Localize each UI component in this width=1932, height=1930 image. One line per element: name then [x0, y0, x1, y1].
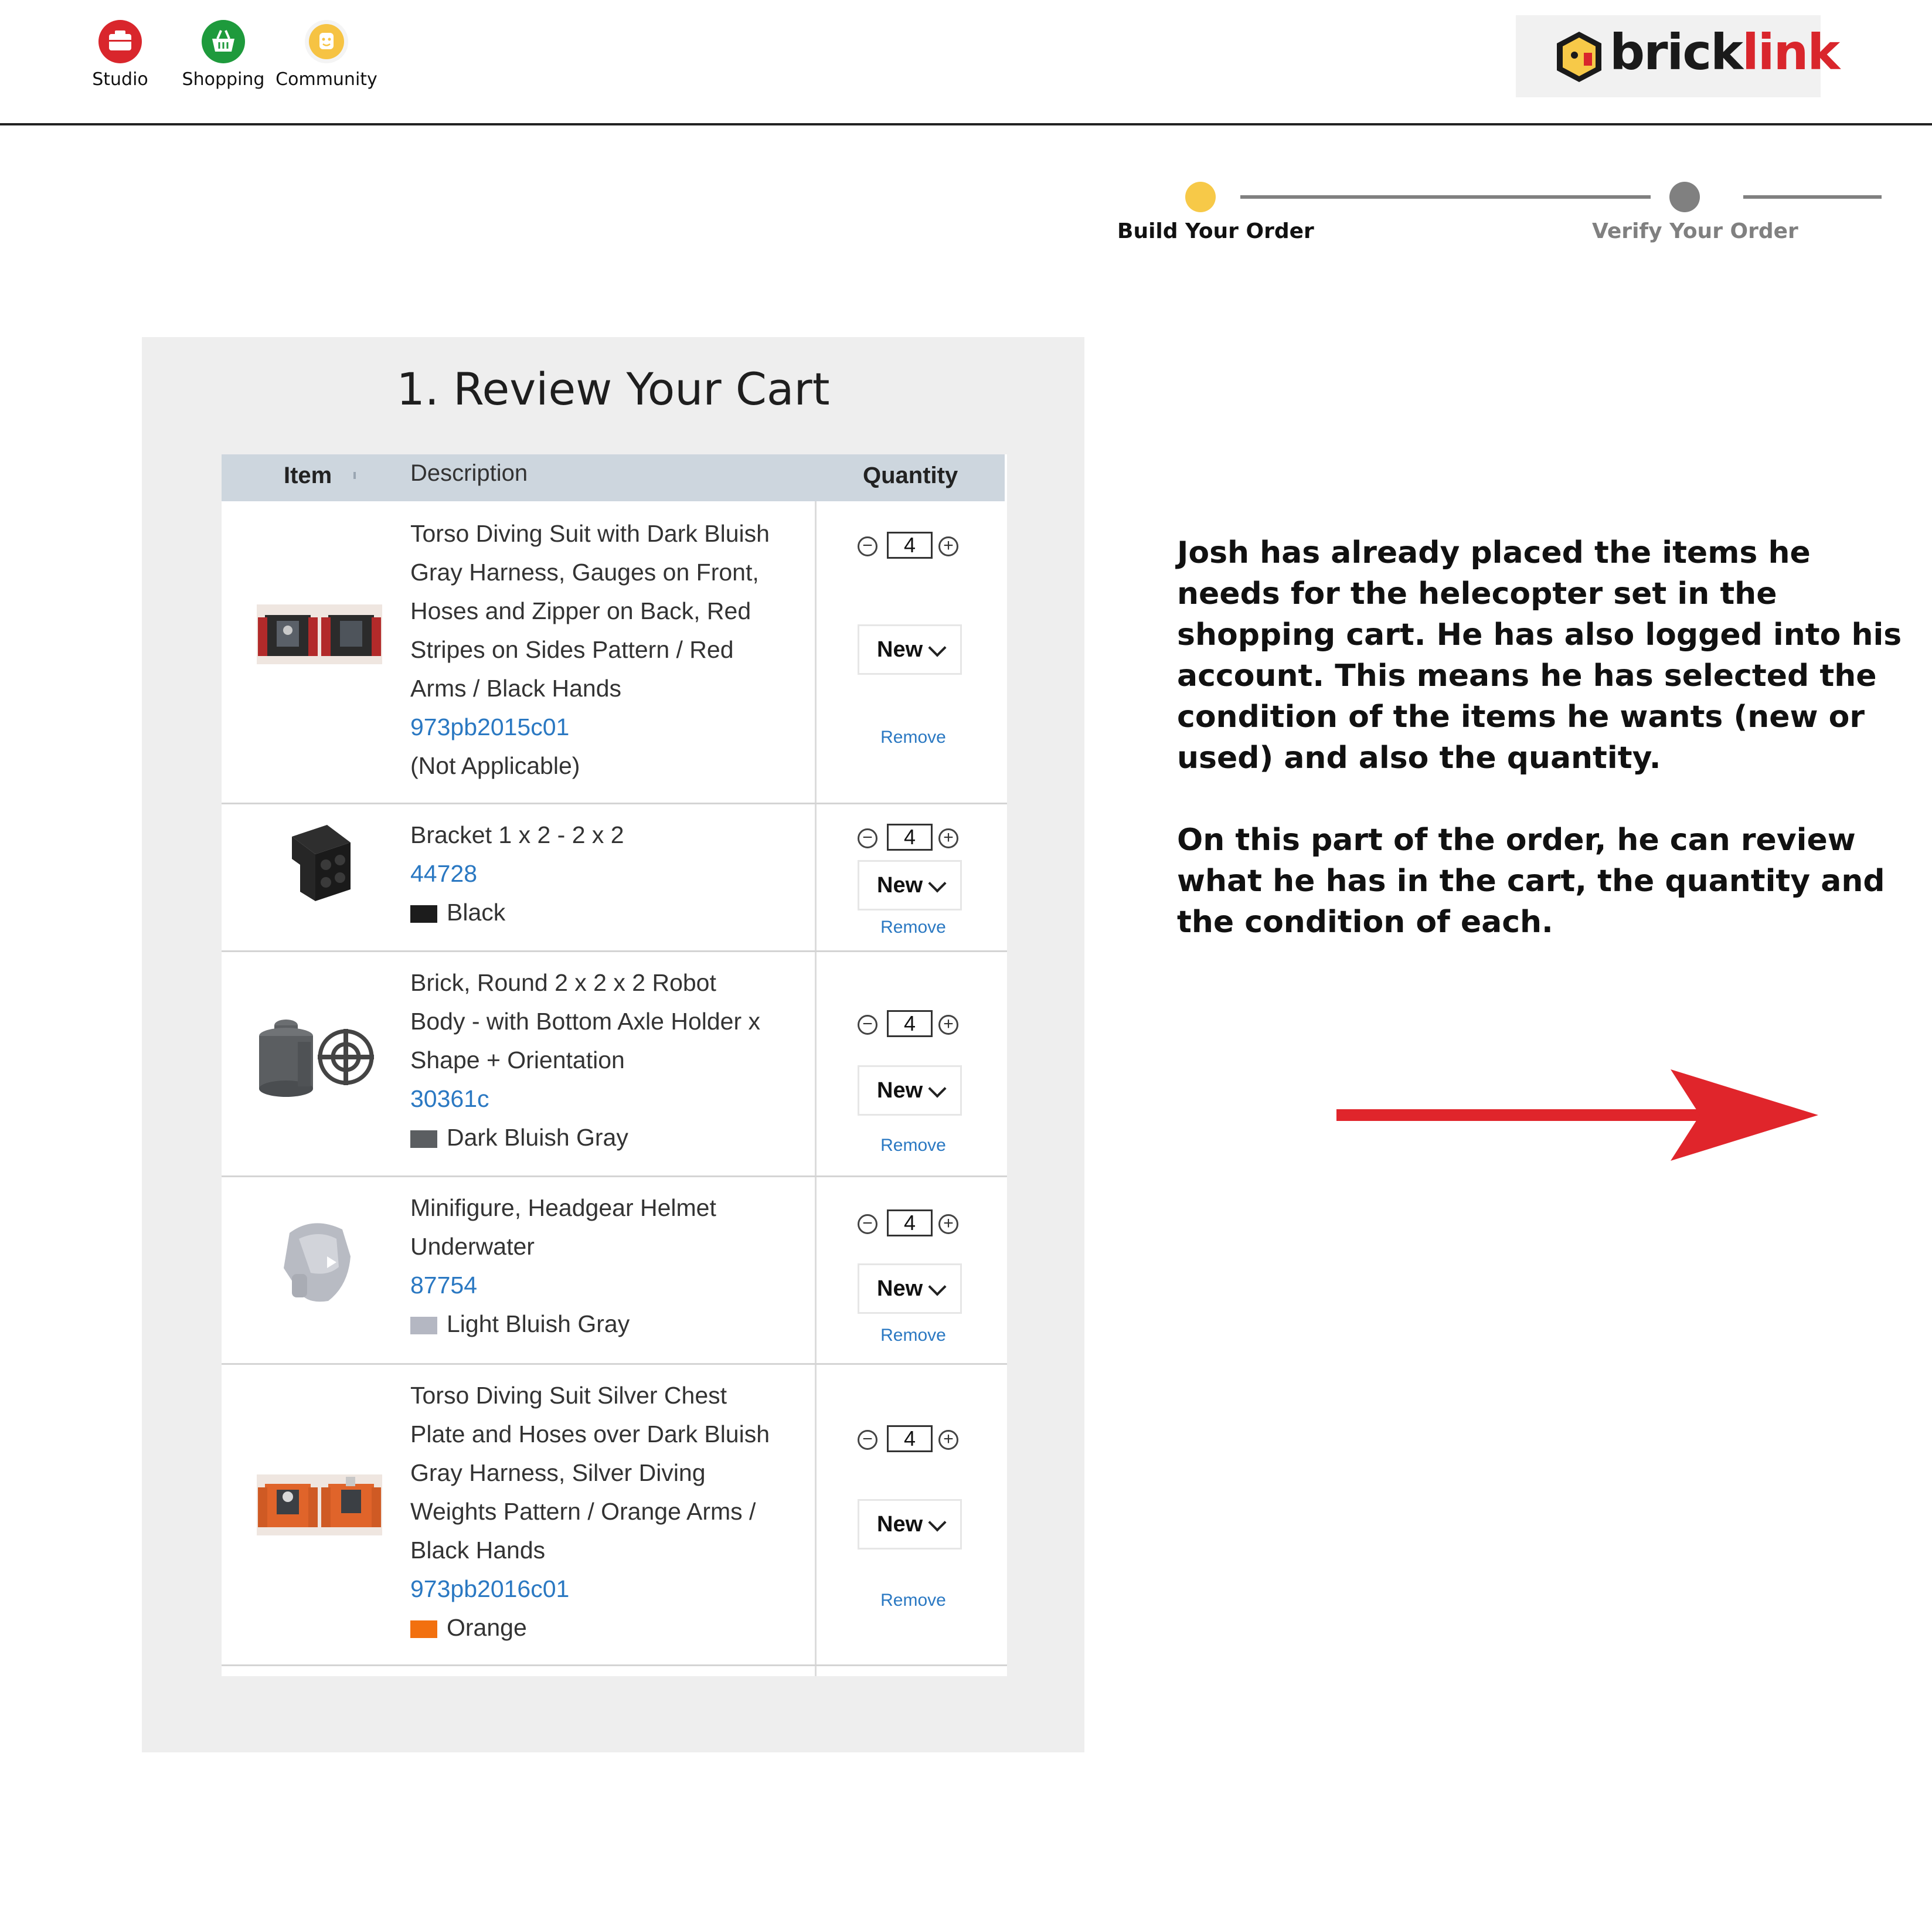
studio-icon	[98, 20, 142, 63]
condition-select[interactable]: New	[858, 1065, 962, 1116]
item-code-link[interactable]: 973pb2015c01	[410, 708, 809, 746]
chevron-down-icon	[928, 1079, 947, 1098]
item-color: Black	[410, 893, 809, 932]
quantity-input[interactable]: 4	[887, 824, 933, 851]
step-verify-label[interactable]: Verify Your Order	[1592, 219, 1798, 243]
logo-wordmark: bricklink	[1610, 23, 1840, 81]
item-description: Brick, Round 2 x 2 x 2 Robot Body - with …	[410, 963, 809, 1157]
plus-icon[interactable]: +	[938, 828, 958, 848]
quantity-input[interactable]: 4	[887, 1425, 933, 1452]
color-swatch	[410, 1620, 437, 1638]
item-color: Orange	[410, 1608, 809, 1647]
order-progress: Build Your Order Verify Your Order	[1102, 176, 1923, 258]
cart-row: Torso Diving Suit with Dark Bluish Gray H…	[222, 501, 1007, 804]
item-color: Light Bluish Gray	[410, 1304, 809, 1343]
col-quantity[interactable]: Quantity	[863, 463, 958, 489]
chevron-down-icon	[928, 874, 947, 893]
item-code-link[interactable]: 44728	[410, 854, 809, 893]
remove-link[interactable]: Remove	[858, 1326, 969, 1345]
nav-community-label: Community	[275, 69, 377, 90]
top-nav: Studio Shopping Community bricklink	[0, 0, 1932, 125]
chevron-down-icon	[928, 1513, 947, 1532]
annotation-paragraph-1: Josh has already placed the items he nee…	[1177, 535, 1902, 776]
minus-icon[interactable]: −	[858, 1214, 877, 1234]
item-description: Bracket 1 x 2 - 2 x 2 44728 Black	[410, 816, 809, 932]
col-description[interactable]: Description	[410, 460, 528, 487]
minus-icon[interactable]: −	[858, 536, 877, 556]
nav-community[interactable]: Community	[274, 20, 379, 90]
bricklink-logo[interactable]: bricklink	[1516, 15, 1840, 97]
step-connector	[1240, 195, 1651, 199]
step-build-label[interactable]: Build Your Order	[1117, 219, 1314, 243]
cart-row: Bracket 1 x 2 - 2 x 2 44728 Black − 4 + …	[222, 803, 1007, 952]
item-description: Torso Diving Suit with Dark Bluish Gray H…	[410, 514, 809, 785]
step-connector-trailing	[1743, 195, 1882, 199]
item-thumbnail[interactable]	[257, 1012, 382, 1098]
item-color: (Not Applicable)	[410, 752, 580, 779]
step-build-dot	[1185, 182, 1216, 212]
cart-table: Item Description Quantity Torso Diving S…	[222, 454, 1007, 1676]
plus-icon[interactable]: +	[938, 536, 958, 556]
cart-row: Brick, Round 2 x 2 x 2 Robot Body - with …	[222, 950, 1007, 1177]
col-item[interactable]: Item	[284, 463, 332, 489]
minifig-head-icon	[305, 20, 348, 63]
minus-icon[interactable]: −	[858, 1015, 877, 1035]
item-thumbnail[interactable]	[257, 604, 382, 664]
condition-select[interactable]: New	[858, 1499, 962, 1550]
sort-handle[interactable]	[353, 472, 356, 479]
item-color: Dark Bluish Gray	[410, 1118, 809, 1157]
item-thumbnail[interactable]	[257, 1474, 382, 1535]
plus-icon[interactable]: +	[938, 1015, 958, 1035]
quantity-stepper[interactable]: − 4 +	[858, 531, 969, 563]
cart-row: Torso Diving Suit Silver Chest Plate and …	[222, 1363, 1007, 1666]
remove-link[interactable]: Remove	[858, 1591, 969, 1610]
shopping-basket-icon	[202, 20, 245, 63]
item-code-link[interactable]: 30361c	[410, 1079, 809, 1118]
nav-studio-label: Studio	[92, 69, 148, 90]
red-arrow-icon	[1336, 1069, 1818, 1161]
quantity-stepper[interactable]: − 4 +	[858, 1009, 969, 1042]
color-swatch	[410, 905, 437, 923]
item-description: Torso Diving Suit Silver Chest Plate and …	[410, 1376, 809, 1647]
minus-icon[interactable]: −	[858, 828, 877, 848]
color-swatch	[410, 1317, 437, 1334]
annotation-text: Josh has already placed the items he nee…	[1177, 532, 1904, 984]
item-code-link[interactable]: 973pb2016c01	[410, 1569, 809, 1608]
nav-shopping-label: Shopping	[182, 69, 265, 90]
item-description: Minifigure, Headgear Helmet Underwater 87…	[410, 1188, 809, 1343]
condition-select[interactable]: New	[858, 1263, 962, 1314]
quantity-input[interactable]: 4	[887, 1209, 933, 1236]
chevron-down-icon	[928, 1277, 947, 1296]
cart-table-header: Item Description Quantity	[222, 454, 1005, 501]
remove-link[interactable]: Remove	[858, 1136, 969, 1156]
remove-link[interactable]: Remove	[858, 918, 969, 937]
step-verify-dot	[1669, 182, 1700, 212]
quantity-stepper[interactable]: − 4 +	[858, 1208, 969, 1241]
remove-link[interactable]: Remove	[858, 728, 969, 747]
color-swatch	[410, 1130, 437, 1148]
quantity-input[interactable]: 4	[887, 532, 933, 559]
quantity-input[interactable]: 4	[887, 1010, 933, 1037]
quantity-stepper[interactable]: − 4 +	[858, 823, 969, 855]
nav-studio[interactable]: Studio	[67, 20, 173, 90]
annotation-paragraph-2: On this part of the order, he can review…	[1177, 823, 1885, 940]
review-cart-panel: 1. Review Your Cart Item Description Qua…	[142, 337, 1084, 1752]
minus-icon[interactable]: −	[858, 1430, 877, 1450]
panel-title: 1. Review Your Cart	[396, 363, 830, 415]
chevron-down-icon	[928, 638, 947, 657]
nav-shopping[interactable]: Shopping	[171, 20, 276, 90]
item-thumbnail[interactable]	[278, 1215, 358, 1306]
plus-icon[interactable]: +	[938, 1430, 958, 1450]
condition-select[interactable]: New	[858, 624, 962, 675]
plus-icon[interactable]: +	[938, 1214, 958, 1234]
bricklink-cube-icon	[1557, 32, 1601, 82]
item-code-link[interactable]: 87754	[410, 1266, 809, 1304]
condition-select[interactable]: New	[858, 860, 962, 910]
quantity-stepper[interactable]: − 4 +	[858, 1424, 969, 1457]
item-thumbnail[interactable]	[274, 819, 356, 913]
cart-row: Minifigure, Headgear Helmet Underwater 87…	[222, 1175, 1007, 1365]
